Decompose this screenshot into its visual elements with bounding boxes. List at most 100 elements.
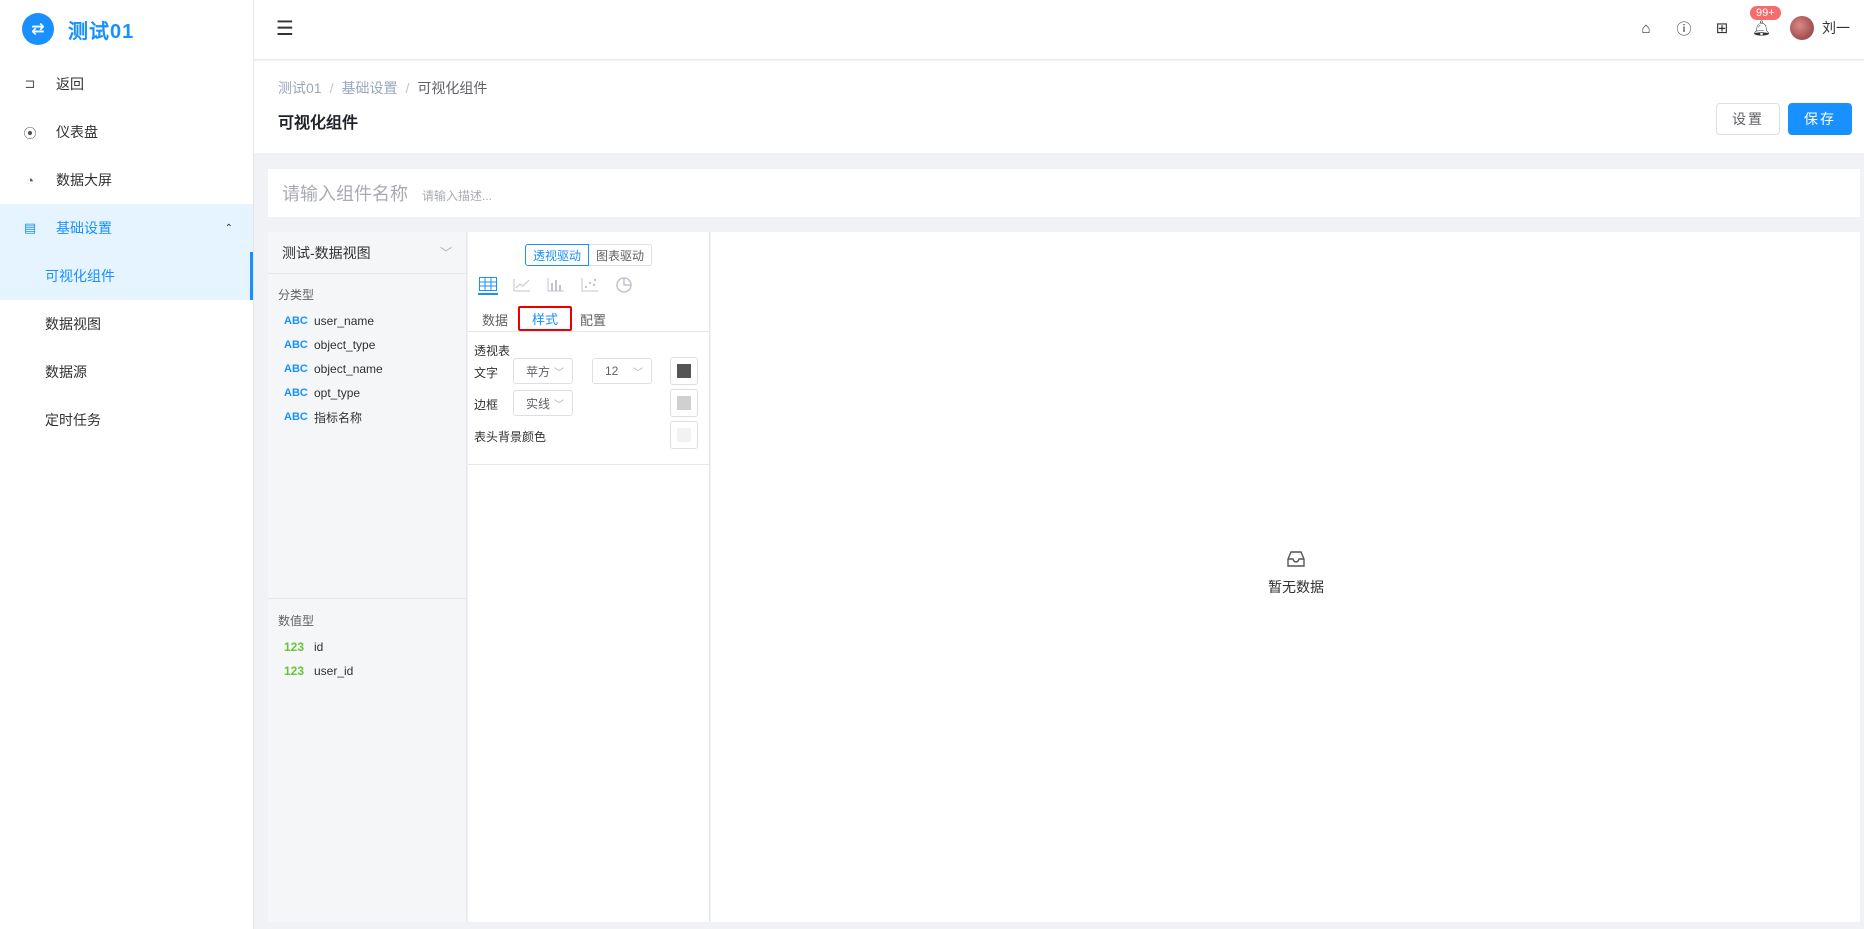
logo[interactable]: ⇄ 测试01 <box>0 0 253 58</box>
header-bg-color-picker[interactable] <box>670 421 698 449</box>
sidebar: ⇄ 测试01 ⊐ 返回 ⦿ 仪表盘 ◔ 数据大屏 ▤ 基础设置 ⌃ 可视化组件 … <box>0 0 254 929</box>
border-style-value: 实线 <box>526 396 551 411</box>
tab-config[interactable]: 配置 <box>580 310 606 329</box>
form-icon: ▤ <box>23 220 37 235</box>
text-label: 文字 <box>474 366 499 380</box>
sidebar-item-bigscreen[interactable]: ◔ 数据大屏 <box>0 156 253 204</box>
sidebar-item-label: 返回 <box>56 76 84 92</box>
font-size-select[interactable]: 12 ﹀ <box>592 358 652 384</box>
scatter-chart-icon[interactable] <box>580 275 600 295</box>
sidebar-item-basic-settings[interactable]: ▤ 基础设置 ⌃ <box>0 204 253 252</box>
sidebar-item-dashboard[interactable]: ⦿ 仪表盘 <box>0 108 253 156</box>
line-chart-icon[interactable] <box>512 275 532 295</box>
font-family-value: 苹方 <box>526 364 551 379</box>
text-type-icon: ABC <box>284 411 308 423</box>
border-color-picker[interactable] <box>670 389 698 417</box>
dataset-select[interactable]: 测试-数据视图 ﹀ <box>268 232 466 274</box>
breadcrumb-current: 可视化组件 <box>417 80 488 96</box>
dimension-field[interactable]: ABC user_name <box>268 309 466 333</box>
measure-field[interactable]: 123 user_id <box>268 659 467 683</box>
settings-button[interactable]: 设置 <box>1716 103 1780 135</box>
fields-panel: 测试-数据视图 ﹀ 分类型 ABC user_name ABC object_t… <box>268 232 467 922</box>
text-type-icon: ABC <box>284 363 308 375</box>
apps-grid-icon[interactable]: ⊞ <box>1714 19 1730 37</box>
bar-chart-icon[interactable] <box>546 275 566 295</box>
border-label: 边框 <box>474 398 499 412</box>
dataset-select-value: 测试-数据视图 <box>282 244 371 261</box>
sidebar-item-label: 仪表盘 <box>56 124 98 140</box>
save-button[interactable]: 保存 <box>1788 103 1852 135</box>
tab-data[interactable]: 数据 <box>482 310 508 329</box>
user-menu[interactable]: 刘一 <box>1790 16 1850 40</box>
dimension-field[interactable]: ABC object_type <box>268 333 466 357</box>
sidebar-item-label: 数据大屏 <box>56 172 112 188</box>
avatar <box>1790 16 1814 40</box>
breadcrumb-separator: / <box>405 80 410 96</box>
inbox-icon <box>1256 550 1336 573</box>
dimension-field[interactable]: ABC opt_type <box>268 381 466 405</box>
breadcrumb-item[interactable]: 测试01 <box>278 80 322 96</box>
back-icon: ⊐ <box>24 76 36 91</box>
text-color-swatch <box>677 364 691 378</box>
empty-state: 暂无数据 <box>1256 550 1336 597</box>
chevron-down-icon: ﹀ <box>633 367 643 379</box>
chevron-down-icon: ﹀ <box>439 246 452 260</box>
border-color-swatch <box>677 396 691 410</box>
table-chart-icon[interactable] <box>478 275 498 295</box>
breadcrumb-separator: / <box>329 80 334 96</box>
measure-field[interactable]: 123 id <box>268 635 467 659</box>
page-header: 测试01 / 基础设置 / 可视化组件 可视化组件 设置 保存 <box>254 61 1864 153</box>
field-name: object_type <box>314 338 376 352</box>
field-name: user_id <box>314 664 354 678</box>
chevron-down-icon: ﹀ <box>554 367 564 379</box>
text-type-icon: ABC <box>284 339 308 351</box>
dimension-group-label: 分类型 <box>278 288 315 302</box>
font-family-select[interactable]: 苹方 ﹀ <box>513 358 573 384</box>
pivot-drive-button[interactable]: 透视驱动 <box>525 244 590 266</box>
sidebar-subitem-scheduled-tasks[interactable]: 定时任务 <box>0 396 253 444</box>
sidebar-item-back[interactable]: ⊐ 返回 <box>0 60 253 108</box>
help-icon[interactable]: ⓘ <box>1676 18 1692 39</box>
app-title: 测试01 <box>68 20 135 43</box>
notification-badge: 99+ <box>1750 6 1781 20</box>
home-icon[interactable]: ⌂ <box>1638 20 1654 37</box>
chevron-down-icon: ﹀ <box>554 399 564 411</box>
config-panel: 透视驱动 图表驱动 数据 样式 配置 透视表 文字 苹方 ﹀ 12 ﹀ 边框 实… <box>468 232 710 922</box>
page-title: 可视化组件 <box>278 115 359 132</box>
username: 刘一 <box>1822 20 1850 36</box>
dimension-field[interactable]: ABC object_name <box>268 357 466 381</box>
menu-fold-icon[interactable]: ☰ <box>276 16 294 41</box>
text-type-icon: ABC <box>284 387 308 399</box>
component-description-input[interactable]: 请输入描述... <box>422 187 492 204</box>
text-type-icon: ABC <box>284 315 308 327</box>
sidebar-subitem-data-views[interactable]: 数据视图 <box>0 300 253 348</box>
section-divider <box>468 464 710 465</box>
component-name-input[interactable]: 请输入组件名称 <box>282 180 408 206</box>
chart-drive-button[interactable]: 图表驱动 <box>589 244 653 266</box>
field-name: id <box>314 640 324 654</box>
sidebar-subitem-visual-components[interactable]: 可视化组件 <box>0 252 253 300</box>
chart-preview: 暂无数据 <box>711 232 1860 922</box>
field-name: object_name <box>314 362 383 376</box>
top-bar: ☰ ⌂ ⓘ ⊞ 🔔︎ 99+ 刘一 <box>254 0 1864 60</box>
pie-chart-icon[interactable] <box>614 275 634 295</box>
field-name: 指标名称 <box>314 410 363 425</box>
bell-icon[interactable]: 🔔︎ 99+ <box>1750 6 1781 37</box>
border-style-select[interactable]: 实线 ﹀ <box>513 390 573 416</box>
component-name-bar: 请输入组件名称 请输入描述... <box>268 169 1860 217</box>
field-name: opt_type <box>314 386 361 400</box>
text-color-picker[interactable] <box>670 357 698 385</box>
drive-mode-toggle: 透视驱动 图表驱动 <box>525 244 653 266</box>
chart-type-selector <box>478 275 634 295</box>
section-title: 透视表 <box>474 344 511 358</box>
dimension-field[interactable]: ABC 指标名称 <box>268 405 466 429</box>
field-name: user_name <box>314 314 375 328</box>
tab-style[interactable]: 样式 <box>518 306 573 331</box>
config-tabs: 数据 样式 配置 <box>468 306 710 332</box>
measure-group-label: 数值型 <box>278 614 315 628</box>
breadcrumb-item[interactable]: 基础设置 <box>341 80 397 96</box>
breadcrumb: 测试01 / 基础设置 / 可视化组件 <box>278 78 487 98</box>
number-type-icon: 123 <box>284 664 305 678</box>
sidebar-item-label: 基础设置 <box>56 220 112 236</box>
sidebar-subitem-data-sources[interactable]: 数据源 <box>0 348 253 396</box>
